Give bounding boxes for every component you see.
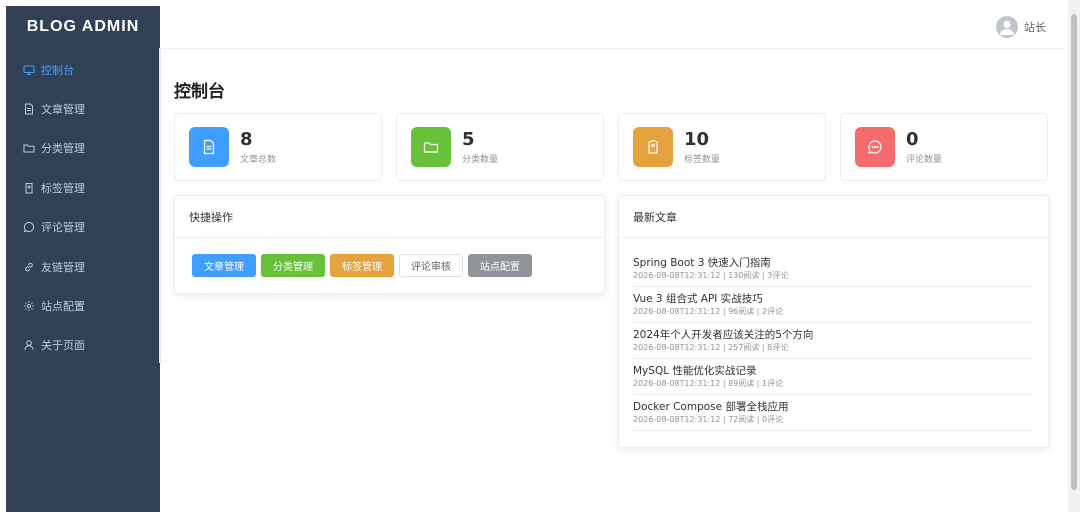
- stat-card-comments: 0 评论数量: [840, 113, 1048, 181]
- sidebar-item-tags[interactable]: 标签管理: [6, 168, 160, 207]
- gear-icon: [23, 300, 35, 312]
- list-item[interactable]: MySQL 性能优化实战记录 2026-08-08T12:31:12 | 89阅…: [633, 364, 1033, 395]
- sidebar-item-links[interactable]: 友链管理: [6, 247, 160, 286]
- panel-title: 快捷操作: [175, 196, 604, 238]
- sidebar-item-label: 评论管理: [41, 221, 85, 235]
- list-item[interactable]: 2024年个人开发者应该关注的5个方向 2026-08-08T12:31:12 …: [633, 328, 1033, 359]
- quick-site-config-button[interactable]: 站点配置: [468, 254, 532, 277]
- sidebar-item-label: 标签管理: [41, 181, 85, 195]
- sidebar-item-label: 友链管理: [41, 260, 85, 274]
- monitor-icon: [23, 64, 35, 76]
- sidebar: BLOG ADMIN 控制台 文章管理 分类管理 标签管理 评论管理 友链管理 …: [6, 6, 160, 512]
- user-avatar-icon: [996, 16, 1018, 38]
- sidebar-item-label: 站点配置: [41, 300, 85, 314]
- tag-icon: [23, 182, 35, 194]
- sidebar-item-comments[interactable]: 评论管理: [6, 208, 160, 247]
- quick-actions-panel: 快捷操作 文章管理 分类管理 标签管理 评论审核 站点配置: [174, 195, 605, 294]
- article-meta: 2026-08-08T12:31:12 | 130阅读 | 3评论: [633, 271, 789, 280]
- list-item[interactable]: Docker Compose 部署全栈应用 2026-08-08T12:31:1…: [633, 400, 1033, 431]
- document-icon: [189, 127, 229, 167]
- top-header: 站长: [160, 6, 1064, 49]
- stat-value: 0: [906, 128, 919, 150]
- quick-tags-button[interactable]: 标签管理: [330, 254, 394, 277]
- article-title[interactable]: Docker Compose 部署全栈应用: [633, 400, 1033, 414]
- folder-icon: [23, 142, 35, 154]
- document-icon: [23, 103, 35, 115]
- link-icon: [23, 261, 35, 273]
- stat-value: 10: [684, 128, 710, 150]
- page-scrollbar[interactable]: [1068, 0, 1080, 512]
- sidebar-menu: 控制台 文章管理 分类管理 标签管理 评论管理 友链管理 站点配置 关于页面: [6, 50, 160, 365]
- panel-title: 最新文章: [619, 196, 1048, 238]
- article-title[interactable]: Vue 3 组合式 API 实战技巧: [633, 292, 1033, 306]
- quick-comment-review-button[interactable]: 评论审核: [399, 254, 463, 277]
- quick-categories-button[interactable]: 分类管理: [261, 254, 325, 277]
- stat-value: 8: [240, 128, 253, 150]
- folder-icon: [411, 127, 451, 167]
- scrollbar-thumb[interactable]: [1071, 14, 1077, 490]
- sidebar-item-articles[interactable]: 文章管理: [6, 89, 160, 128]
- chat-icon: [23, 221, 35, 233]
- sidebar-divider: [159, 48, 161, 363]
- sidebar-item-label: 控制台: [41, 63, 74, 77]
- sidebar-item-about[interactable]: 关于页面: [6, 326, 160, 365]
- user-icon: [23, 339, 35, 351]
- sidebar-item-label: 文章管理: [41, 103, 85, 117]
- stat-card-tags: 10 标签数量: [618, 113, 826, 181]
- article-meta: 2026-08-08T12:31:12 | 96阅读 | 2评论: [633, 307, 784, 316]
- list-item[interactable]: Vue 3 组合式 API 实战技巧 2026-08-08T12:31:12 |…: [633, 292, 1033, 323]
- sidebar-item-site-config[interactable]: 站点配置: [6, 286, 160, 325]
- quick-articles-button[interactable]: 文章管理: [192, 254, 256, 277]
- article-title[interactable]: Spring Boot 3 快速入门指南: [633, 256, 1033, 270]
- article-meta: 2026-08-08T12:31:12 | 89阅读 | 1评论: [633, 379, 784, 388]
- stat-label: 分类数量: [462, 154, 499, 165]
- user-menu[interactable]: 站长: [996, 16, 1046, 38]
- user-name: 站长: [1024, 21, 1046, 34]
- stat-label: 标签数量: [684, 154, 721, 165]
- stat-label: 评论数量: [906, 154, 943, 165]
- stat-value: 5: [462, 128, 475, 150]
- chat-icon: [855, 127, 895, 167]
- sidebar-item-dashboard[interactable]: 控制台: [6, 50, 160, 89]
- tag-icon: [633, 127, 673, 167]
- sidebar-item-label: 分类管理: [41, 142, 85, 156]
- article-title[interactable]: MySQL 性能优化实战记录: [633, 364, 1033, 378]
- list-item[interactable]: Spring Boot 3 快速入门指南 2026-08-08T12:31:12…: [633, 256, 1033, 287]
- stat-card-articles: 8 文章总数: [174, 113, 382, 181]
- article-list: Spring Boot 3 快速入门指南 2026-08-08T12:31:12…: [619, 238, 1048, 431]
- sidebar-item-label: 关于页面: [41, 339, 85, 353]
- page-title: 控制台: [174, 82, 225, 102]
- sidebar-item-categories[interactable]: 分类管理: [6, 129, 160, 168]
- stat-label: 文章总数: [240, 154, 277, 165]
- stat-card-categories: 5 分类数量: [396, 113, 604, 181]
- latest-articles-panel: 最新文章 Spring Boot 3 快速入门指南 2026-08-08T12:…: [618, 195, 1049, 448]
- article-meta: 2026-08-08T12:31:12 | 72阅读 | 0评论: [633, 415, 784, 424]
- article-meta: 2026-08-08T12:31:12 | 257阅读 | 8评论: [633, 343, 789, 352]
- article-title[interactable]: 2024年个人开发者应该关注的5个方向: [633, 328, 1033, 342]
- brand-logo: BLOG ADMIN: [26, 18, 140, 35]
